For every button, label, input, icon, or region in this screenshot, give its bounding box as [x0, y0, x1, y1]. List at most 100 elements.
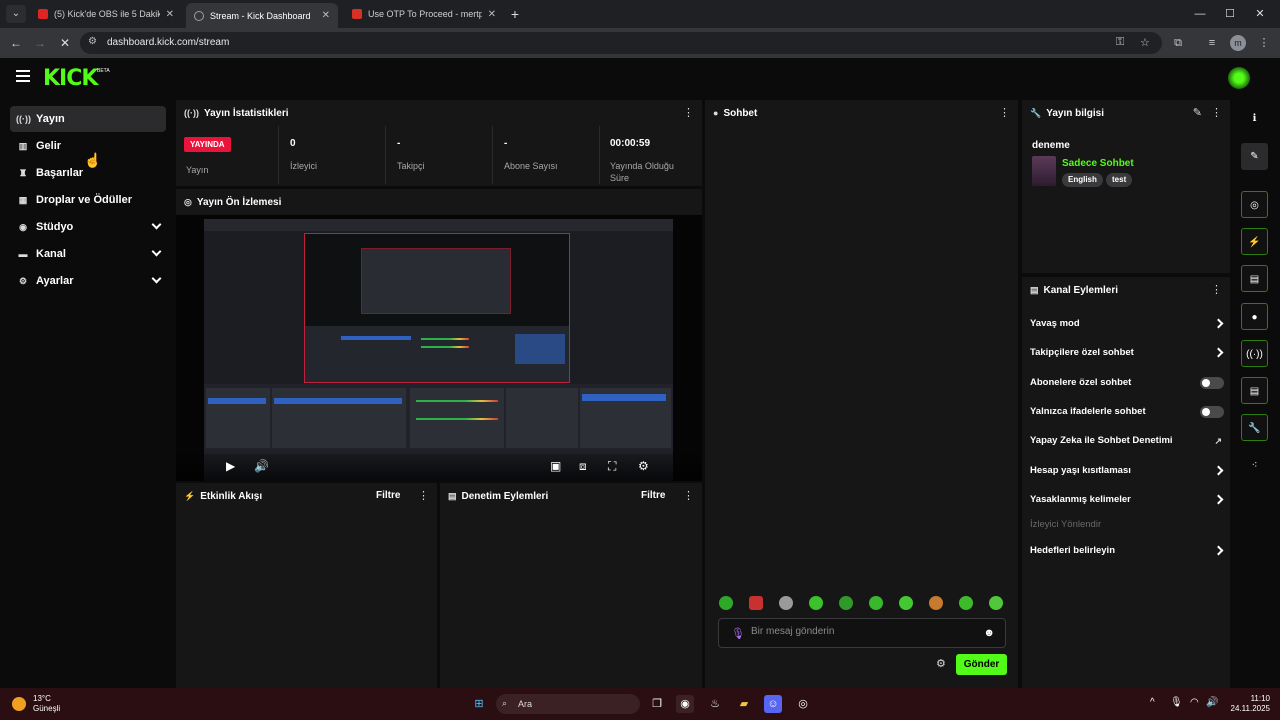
menu-dots-icon[interactable]: ⋮: [1256, 35, 1272, 51]
profile-avatar[interactable]: m: [1230, 35, 1246, 51]
sidebar-item-ayarlar[interactable]: ⚙ Ayarlar: [10, 268, 166, 294]
filter-button[interactable]: Filtre: [376, 490, 400, 501]
bookmark-star-icon[interactable]: ☆: [1140, 36, 1150, 49]
weather-sun-icon[interactable]: [12, 697, 26, 711]
sidebar-item-studyo[interactable]: ◉ Stüdyo: [10, 214, 166, 240]
wifi-icon[interactable]: ◠: [1190, 697, 1199, 708]
steam-icon[interactable]: ♨: [706, 695, 724, 713]
emote-icon[interactable]: [989, 596, 1003, 610]
emote-icon[interactable]: [779, 596, 793, 610]
subscribers-only-action[interactable]: Abonelere özel sohbet: [1030, 373, 1224, 393]
slow-mode-action[interactable]: Yavaş mod: [1030, 314, 1224, 334]
more-options-icon[interactable]: ⋮: [999, 107, 1010, 119]
forward-button[interactable]: →: [32, 35, 48, 51]
user-avatar[interactable]: [1228, 67, 1250, 89]
close-icon[interactable]: ✕: [322, 10, 330, 21]
filter-button[interactable]: Filtre: [641, 490, 665, 501]
emoji-icon[interactable]: ☻: [983, 627, 995, 639]
omnibox[interactable]: ⚙ dashboard.kick.com/stream ⚿ ☆: [80, 32, 1162, 54]
account-age-action[interactable]: Hesap yaşı kısıtlaması: [1030, 461, 1224, 481]
back-button[interactable]: ←: [8, 35, 24, 51]
more-options-icon[interactable]: ⋮: [1211, 284, 1222, 296]
volume-tray-icon[interactable]: 🔊: [1206, 697, 1218, 708]
task-view-icon[interactable]: ❐: [648, 695, 666, 713]
obs-icon[interactable]: ◎: [794, 695, 812, 713]
volume-icon[interactable]: 🔊: [254, 459, 269, 473]
set-goals-action[interactable]: Hedefleri belirleyin: [1030, 541, 1224, 561]
preview-icon[interactable]: ◎: [1241, 191, 1268, 218]
browser-tab-1[interactable]: (5) Kick'de OBS ile 5 Dakikada Y ✕: [30, 3, 182, 25]
more-options-icon[interactable]: ⋮: [1211, 107, 1222, 119]
key-icon[interactable]: ⚿: [1116, 36, 1124, 49]
windows-start-icon[interactable]: ⊞: [470, 695, 488, 713]
browser-tab-3[interactable]: Use OTP To Proceed - mertpm ✕: [344, 3, 504, 25]
document-icon[interactable]: ▤: [1241, 265, 1268, 292]
taskbar-search[interactable]: ⌕ Ara: [496, 694, 640, 714]
play-icon[interactable]: ▶: [226, 459, 235, 473]
discord-icon[interactable]: ☺: [764, 695, 782, 713]
media-icon[interactable]: ≡: [1204, 35, 1220, 51]
emote-icon[interactable]: [929, 596, 943, 610]
minimize-button[interactable]: —: [1190, 5, 1210, 23]
chat-bubble-icon[interactable]: ●: [1241, 303, 1268, 330]
microphone-icon[interactable]: 🎙: [731, 627, 745, 640]
channel-actions-icon[interactable]: ▤: [1241, 377, 1268, 404]
emote-icon[interactable]: [749, 596, 763, 610]
site-info-icon[interactable]: ⚙: [88, 36, 97, 47]
chrome-icon[interactable]: ◉: [676, 695, 694, 713]
chat-input-box[interactable]: 🎙 ☻: [718, 618, 1006, 648]
extensions-icon[interactable]: ⧉: [1170, 35, 1186, 51]
banned-words-action[interactable]: Yasaklanmış kelimeler: [1030, 490, 1224, 510]
emote-only-toggle[interactable]: [1200, 406, 1224, 418]
wrench-icon[interactable]: 🔧: [1241, 414, 1268, 441]
browser-tab-2[interactable]: Stream - Kick Dashboard ✕: [186, 3, 338, 28]
more-options-icon[interactable]: ⋮: [418, 490, 429, 502]
tag-badge[interactable]: test: [1106, 173, 1133, 187]
url-text[interactable]: dashboard.kick.com/stream: [107, 37, 229, 48]
close-window-button[interactable]: ✕: [1250, 5, 1270, 23]
emote-only-action[interactable]: Yalnızca ifadelerle sohbet: [1030, 402, 1224, 422]
close-icon[interactable]: ✕: [488, 9, 496, 20]
kick-logo[interactable]: KICK: [43, 66, 98, 91]
video-player[interactable]: ▶ 🔊 ▣ ⧈ ⛶ ⚙: [176, 215, 702, 481]
theater-mode-icon[interactable]: ▣: [550, 459, 561, 473]
maximize-button[interactable]: ☐: [1220, 5, 1240, 23]
edit-pencil-icon[interactable]: ✎: [1193, 107, 1202, 119]
hamburger-menu-icon[interactable]: [16, 70, 30, 82]
emote-icon[interactable]: [869, 596, 883, 610]
more-options-icon[interactable]: ⋮: [683, 107, 694, 119]
broadcast-icon[interactable]: ((·)): [1241, 340, 1268, 367]
tab-search-button[interactable]: ⌄: [6, 5, 26, 23]
settings-gear-icon[interactable]: ⚙: [638, 459, 649, 473]
chat-message-input[interactable]: [751, 626, 971, 637]
emote-icon[interactable]: [959, 596, 973, 610]
category-link[interactable]: Sadece Sohbet: [1062, 158, 1134, 169]
info-icon[interactable]: ℹ: [1241, 105, 1268, 132]
fullscreen-icon[interactable]: ⛶: [608, 459, 616, 474]
send-button[interactable]: Gönder: [956, 654, 1007, 675]
microphone-tray-icon[interactable]: 🎙: [1170, 697, 1183, 708]
taskbar-clock[interactable]: 11:10 24.11.2025: [1228, 694, 1270, 714]
emote-icon[interactable]: [899, 596, 913, 610]
sidebar-item-yayin[interactable]: ((·)) Yayın: [10, 106, 166, 132]
chat-settings-icon[interactable]: ⚙: [936, 657, 946, 670]
sidebar-item-kanal[interactable]: ▬ Kanal: [10, 241, 166, 267]
more-options-icon[interactable]: ⋮: [683, 490, 694, 502]
emote-icon[interactable]: [809, 596, 823, 610]
subscribers-only-toggle[interactable]: [1200, 377, 1224, 389]
tag-badge[interactable]: English: [1062, 173, 1103, 187]
sidebar-item-droplar[interactable]: ▦ Droplar ve Ödüller: [10, 187, 166, 213]
pip-icon[interactable]: ⧈: [579, 459, 587, 474]
file-explorer-icon[interactable]: ▰: [735, 695, 753, 713]
ai-moderation-action[interactable]: Yapay Zeka ile Sohbet Denetimi ↗: [1030, 431, 1224, 451]
emote-icon[interactable]: [839, 596, 853, 610]
tray-expand-icon[interactable]: ^: [1150, 697, 1155, 708]
edit-pencil-icon[interactable]: ✎: [1241, 143, 1268, 170]
close-icon[interactable]: ✕: [166, 9, 174, 20]
stop-button[interactable]: ✕: [57, 35, 73, 51]
emote-icon[interactable]: [719, 596, 733, 610]
widgets-icon[interactable]: ⁖: [1241, 452, 1268, 479]
followers-only-action[interactable]: Takipçilere özel sohbet: [1030, 343, 1224, 363]
new-tab-button[interactable]: +: [508, 5, 522, 23]
weather-widget[interactable]: 13°C Güneşli: [33, 694, 60, 714]
